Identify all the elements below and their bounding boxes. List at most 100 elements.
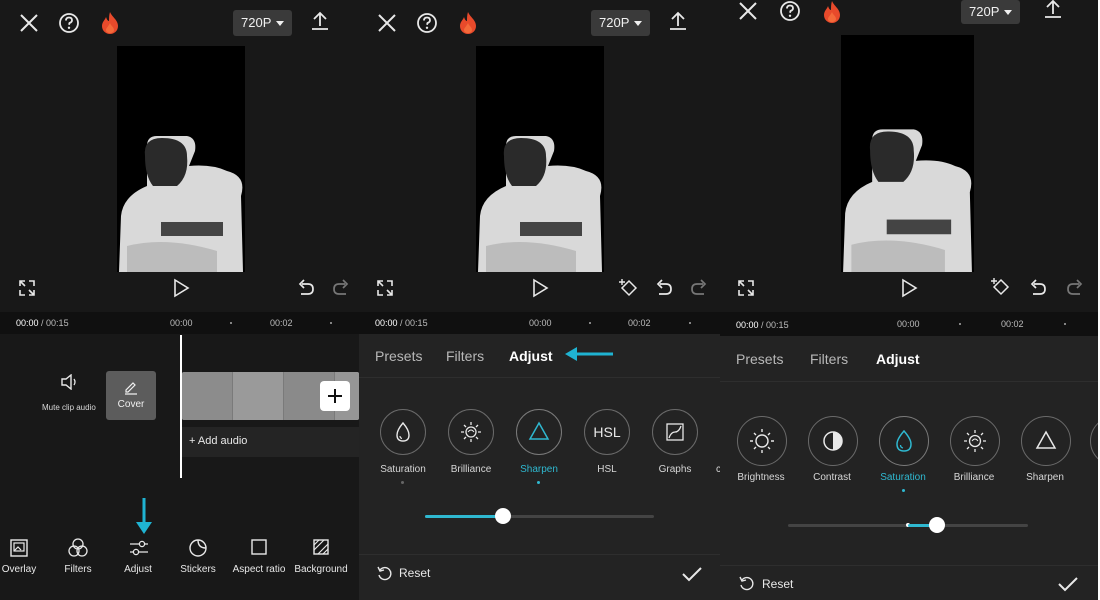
confirm-check-icon[interactable] [681, 565, 703, 583]
stickers-icon[interactable] [188, 538, 208, 558]
help-icon[interactable] [58, 12, 80, 34]
redo-icon[interactable] [1065, 278, 1085, 298]
resolution-dropdown[interactable]: 720P [233, 10, 293, 36]
flame-icon[interactable] [99, 11, 121, 35]
aspect-ratio-icon[interactable] [250, 538, 268, 556]
ruler-dot [689, 322, 691, 324]
add-audio-label: + Add audio [189, 435, 248, 447]
video-preview[interactable] [841, 35, 974, 272]
graphs-icon [666, 423, 684, 441]
sharpen-label[interactable]: Sharpen [504, 464, 574, 475]
fullscreen-icon[interactable] [18, 279, 36, 297]
brilliance-tool-button[interactable] [448, 409, 494, 455]
contrast-tool-button[interactable] [808, 416, 858, 466]
toolbar-stickers-label[interactable]: Stickers [166, 564, 230, 575]
timecode: 00:00 / 00:15 [16, 318, 69, 328]
sharpen-tool-button[interactable] [516, 409, 562, 455]
add-clip-button[interactable] [320, 381, 350, 411]
adjust-tab-bar: Presets Filters Adjust [720, 336, 1098, 382]
add-audio-track[interactable]: + Add audio [180, 427, 359, 457]
tab-presets[interactable]: Presets [736, 351, 783, 367]
adjust-panel-saturation: 720P 00:00 / 00:15 00:00 00:02 Presets F… [720, 0, 1098, 600]
selected-indicator [902, 489, 905, 492]
undo-icon[interactable] [296, 278, 316, 298]
resolution-dropdown[interactable]: 720P [591, 10, 651, 36]
toolbar-filters-label[interactable]: Filters [46, 564, 110, 575]
play-icon[interactable] [900, 278, 918, 298]
saturation-tool-button[interactable] [879, 416, 929, 466]
flame-icon[interactable] [821, 0, 843, 24]
redo-icon[interactable] [331, 278, 351, 298]
ruler-dot [330, 322, 332, 324]
filters-icon[interactable] [67, 537, 89, 559]
pointer-arrow-icon [563, 345, 615, 363]
hsl-tool-button[interactable]: HSL [584, 409, 630, 455]
background-icon[interactable] [312, 538, 330, 556]
tab-filters[interactable]: Filters [810, 351, 848, 367]
saturation-label[interactable]: Saturation [368, 464, 438, 475]
confirm-check-icon[interactable] [1057, 575, 1079, 593]
reset-button[interactable]: Reset [399, 566, 430, 580]
sharpen-icon [1035, 430, 1057, 449]
playhead[interactable] [180, 335, 182, 478]
sharpen-tool-button[interactable] [1021, 416, 1071, 466]
toolbar-aspect-ratio-label[interactable]: Aspect ratio [227, 564, 291, 575]
adjust-slider-track[interactable] [425, 508, 654, 524]
cover-button[interactable]: Cover [106, 371, 156, 420]
flame-icon[interactable] [457, 11, 479, 35]
brilliance-label[interactable]: Brilliance [939, 472, 1009, 483]
fullscreen-icon[interactable] [737, 279, 755, 297]
adjust-icon[interactable] [128, 538, 150, 558]
redo-icon[interactable] [689, 278, 709, 298]
reset-icon[interactable] [738, 575, 756, 593]
close-icon[interactable] [18, 12, 40, 34]
fullscreen-icon[interactable] [376, 279, 394, 297]
brilliance-tool-button[interactable] [950, 416, 1000, 466]
time-current: 00:00 [736, 320, 759, 330]
reset-button[interactable]: Reset [762, 577, 793, 591]
brightness-tool-button[interactable] [737, 416, 787, 466]
help-icon[interactable] [779, 0, 801, 22]
toolbar-overlay-label[interactable]: Overlay [0, 564, 51, 575]
close-icon[interactable] [737, 0, 759, 22]
adjust-slider-knob[interactable] [928, 517, 945, 533]
resolution-dropdown[interactable]: 720P [961, 0, 1021, 24]
reset-icon[interactable] [376, 565, 394, 583]
tab-filters[interactable]: Filters [446, 348, 484, 364]
tab-presets[interactable]: Presets [375, 348, 422, 364]
resolution-label: 720P [969, 4, 1000, 19]
video-preview[interactable] [117, 46, 245, 272]
saturation-tool-button[interactable] [380, 409, 426, 455]
tab-adjust[interactable]: Adjust [509, 348, 553, 364]
brilliance-label[interactable]: Brilliance [436, 464, 506, 475]
keyframe-icon[interactable] [990, 276, 1012, 298]
play-icon[interactable] [172, 278, 190, 298]
export-icon[interactable] [309, 10, 331, 32]
export-icon[interactable] [1042, 0, 1064, 20]
graphs-tool-button[interactable] [652, 409, 698, 455]
tab-adjust[interactable]: Adjust [876, 351, 920, 367]
sharpen-label[interactable]: Sharpen [1010, 472, 1080, 483]
overlay-icon[interactable] [9, 538, 29, 558]
video-preview[interactable] [476, 46, 604, 272]
undo-icon[interactable] [1028, 278, 1048, 298]
brightness-label[interactable]: Brightness [726, 472, 796, 483]
mute-clip-audio-label[interactable]: Mute clip audio [42, 403, 96, 412]
hsl-label[interactable]: HSL [572, 464, 642, 475]
contrast-label[interactable]: Contrast [797, 472, 867, 483]
adjust-slider-knob[interactable] [494, 508, 511, 524]
undo-icon[interactable] [654, 278, 674, 298]
export-icon[interactable] [667, 10, 689, 32]
saturation-label[interactable]: Saturation [868, 472, 938, 483]
toolbar-adjust-label[interactable]: Adjust [106, 564, 170, 575]
graphs-label[interactable]: Graphs [640, 464, 710, 475]
play-icon[interactable] [531, 278, 549, 298]
close-icon[interactable] [376, 12, 398, 34]
sharpen-icon [528, 421, 550, 440]
help-icon[interactable] [416, 12, 438, 34]
keyframe-icon[interactable] [618, 277, 640, 299]
resolution-label: 720P [599, 15, 630, 30]
adjust-slider-track[interactable] [788, 517, 1028, 533]
speaker-mute-icon[interactable] [60, 374, 78, 390]
toolbar-background-label[interactable]: Background [289, 564, 353, 575]
